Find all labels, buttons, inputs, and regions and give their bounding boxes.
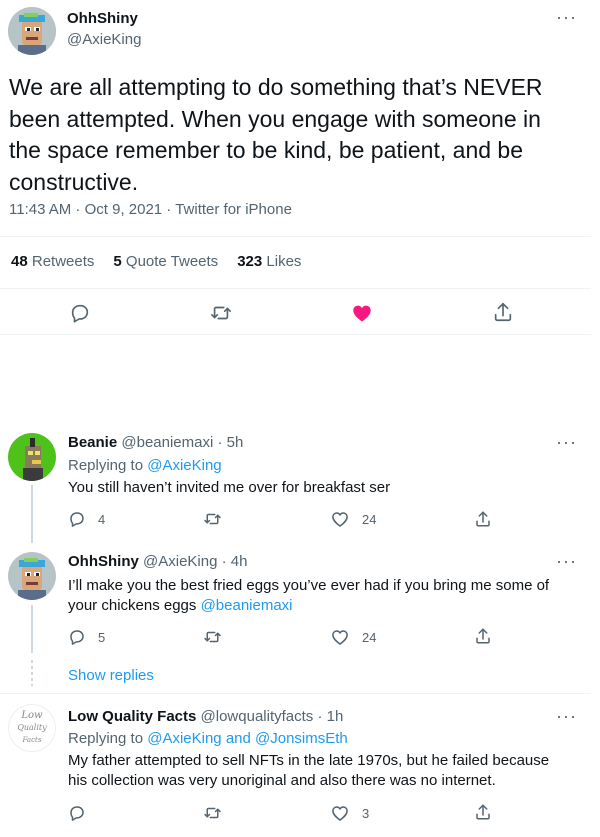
like-icon[interactable] xyxy=(331,804,349,822)
more-options-icon[interactable]: ··· xyxy=(556,8,577,26)
reply-header: Low Quality Facts @lowqualityfacts · 1h xyxy=(68,708,343,725)
thread-line xyxy=(31,485,33,543)
author-name[interactable]: Beanie xyxy=(68,434,117,451)
more-options-icon[interactable]: ··· xyxy=(556,433,577,451)
avatar-text: Quality xyxy=(17,723,47,732)
retweets-stat[interactable]: 48 Retweets xyxy=(11,253,94,270)
replying-to: Replying to @AxieKing and @JonsimsEth xyxy=(68,730,348,747)
divider xyxy=(0,236,591,237)
quotes-count: 5 xyxy=(113,253,122,270)
author-handle[interactable]: @AxieKing xyxy=(143,553,217,570)
quotes-stat[interactable]: 5 Quote Tweets xyxy=(113,253,218,270)
like-icon[interactable] xyxy=(331,510,349,528)
likes-stat[interactable]: 323 Likes xyxy=(237,253,301,270)
author-name[interactable]: Low Quality Facts xyxy=(68,708,196,725)
quotes-label: Quote Tweets xyxy=(125,253,219,270)
divider xyxy=(0,693,591,694)
avatar[interactable]: Low Quality Facts xyxy=(8,704,56,752)
retweets-label: Retweets xyxy=(31,253,95,270)
like-count: 3 xyxy=(362,806,370,821)
author-handle[interactable]: @AxieKing xyxy=(67,31,141,48)
avatar[interactable] xyxy=(8,552,56,600)
retweet-icon[interactable] xyxy=(203,804,222,822)
reply-icon[interactable] xyxy=(68,804,86,822)
replying-to-link[interactable]: @AxieKing xyxy=(147,457,221,474)
reply-count: 5 xyxy=(98,630,106,645)
share-icon[interactable] xyxy=(474,510,492,528)
thread-dots xyxy=(31,660,33,686)
more-options-icon[interactable]: ··· xyxy=(556,707,577,725)
reply-count: 4 xyxy=(98,512,106,527)
author-handle[interactable]: @lowqualityfacts xyxy=(201,708,314,725)
avatar[interactable] xyxy=(8,433,56,481)
reply-text: My father attempted to sell NFTs in the … xyxy=(68,752,550,789)
like-count: 24 xyxy=(362,512,377,527)
retweets-count: 48 xyxy=(11,253,28,270)
reply-text: You still haven’t invited me over for br… xyxy=(68,479,391,496)
retweet-icon[interactable] xyxy=(203,628,222,646)
like-count: 24 xyxy=(362,630,377,645)
divider xyxy=(0,288,591,289)
share-icon[interactable] xyxy=(474,627,492,645)
heart-filled-icon[interactable] xyxy=(351,302,373,324)
stats-row: 48 Retweets 5 Quote Tweets 323 Likes xyxy=(11,253,301,270)
mention-link[interactable]: @beaniemaxi xyxy=(201,597,293,614)
likes-label: Likes xyxy=(266,253,302,270)
avatar-text: Facts xyxy=(22,736,42,744)
reply-time[interactable]: · 1h xyxy=(317,708,343,725)
replying-to-link[interactable]: @AxieKing and @JonsimsEth xyxy=(147,730,348,747)
reply-time[interactable]: · 4h xyxy=(222,553,248,570)
retweet-icon[interactable] xyxy=(203,510,222,528)
replying-prefix: Replying to xyxy=(68,457,144,474)
reply-header: Beanie @beaniemaxi · 5h xyxy=(68,434,243,451)
reply-text-body: I’ll make you the best fried eggs you’ve… xyxy=(68,577,550,614)
reply-text: I’ll make you the best fried eggs you’ve… xyxy=(68,576,568,616)
share-icon[interactable] xyxy=(474,803,492,821)
show-replies-link[interactable]: Show replies xyxy=(68,667,154,684)
avatar-text: Low xyxy=(21,710,43,721)
reply-icon[interactable] xyxy=(69,302,91,324)
retweet-icon[interactable] xyxy=(209,302,233,324)
thread-line xyxy=(31,605,33,653)
avatar[interactable] xyxy=(8,7,56,55)
reply-time[interactable]: · 5h xyxy=(218,434,244,451)
more-options-icon[interactable]: ··· xyxy=(556,552,577,570)
author-name[interactable]: OhhShiny xyxy=(67,10,138,27)
tweet-text: We are all attempting to do something th… xyxy=(9,74,543,195)
divider xyxy=(0,334,591,335)
share-icon[interactable] xyxy=(492,301,514,323)
author-name[interactable]: OhhShiny xyxy=(68,553,139,570)
reply-icon[interactable] xyxy=(68,628,86,646)
reply-header: OhhShiny @AxieKing · 4h xyxy=(68,553,247,570)
like-icon[interactable] xyxy=(331,628,349,646)
replying-prefix: Replying to xyxy=(68,730,144,747)
reply-icon[interactable] xyxy=(68,510,86,528)
replying-to: Replying to @AxieKing xyxy=(68,457,222,474)
author-handle[interactable]: @beaniemaxi xyxy=(121,434,213,451)
tweet-timestamp[interactable]: 11:43 AM · Oct 9, 2021 · Twitter for iPh… xyxy=(9,201,292,218)
likes-count: 323 xyxy=(237,253,263,270)
